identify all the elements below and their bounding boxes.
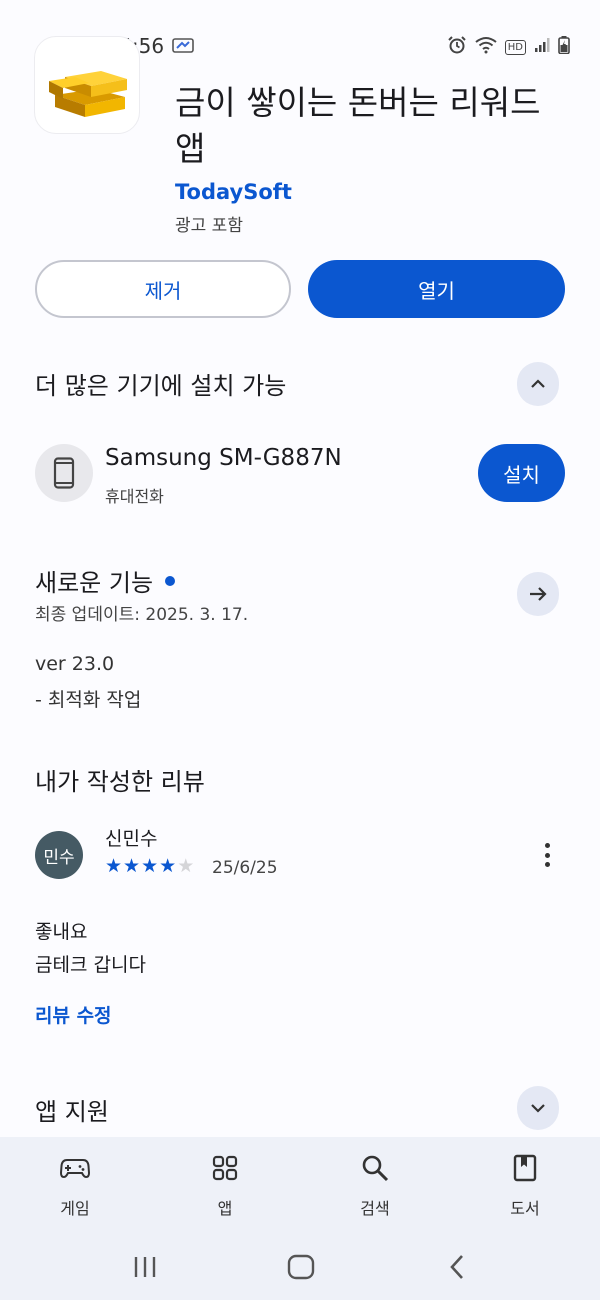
apps-grid-icon bbox=[212, 1153, 238, 1183]
app-support-toggle[interactable] bbox=[517, 1086, 559, 1130]
open-button[interactable]: 열기 bbox=[308, 260, 565, 318]
edit-review-link[interactable]: 리뷰 수정 bbox=[35, 1001, 112, 1028]
changelog-line: ver 23.0 bbox=[35, 653, 115, 675]
whats-new-title-text: 새로운 기능 bbox=[35, 569, 154, 597]
contains-ads-label: 광고 포함 bbox=[175, 216, 243, 236]
reviewer-name: 신민수 bbox=[105, 828, 158, 850]
star-empty-icon: ★ bbox=[177, 855, 196, 877]
more-devices-toggle[interactable] bbox=[517, 362, 559, 406]
star-rating: ★★★★★ bbox=[105, 855, 195, 877]
back-icon[interactable] bbox=[448, 1254, 466, 1284]
app-icon bbox=[34, 36, 140, 134]
app-title: 금이 쌓이는 돈버는 리워드 앱 bbox=[175, 83, 541, 168]
gold-bars-icon bbox=[49, 71, 127, 117]
sync-icon bbox=[172, 36, 194, 58]
nav-item-search[interactable]: 검색 bbox=[300, 1137, 450, 1235]
arrow-right-icon bbox=[530, 587, 547, 601]
nav-label: 도서 bbox=[510, 1199, 540, 1218]
whats-new-title: 새로운 기능 bbox=[35, 563, 176, 598]
hd-icon: HD bbox=[504, 39, 526, 55]
gamepad-icon bbox=[60, 1153, 90, 1183]
review-text-line: 좋내요 bbox=[35, 921, 88, 943]
nav-item-apps[interactable]: 앱 bbox=[150, 1137, 300, 1235]
battery-charging-icon bbox=[558, 36, 570, 58]
more-vert-icon[interactable] bbox=[536, 840, 558, 870]
device-icon-wrap bbox=[35, 444, 93, 502]
bottom-nav: 게임 앱 검색 도서 bbox=[0, 1137, 600, 1235]
chevron-up-icon bbox=[531, 379, 545, 388]
new-indicator-dot bbox=[165, 576, 176, 586]
nav-item-games[interactable]: 게임 bbox=[0, 1137, 150, 1235]
last-updated: 최종 업데이트: 2025. 3. 17. bbox=[35, 605, 249, 625]
nav-label: 앱 bbox=[217, 1199, 233, 1218]
chevron-down-icon bbox=[531, 1104, 545, 1113]
recents-icon[interactable] bbox=[132, 1255, 158, 1283]
phone-icon bbox=[53, 457, 75, 489]
review-date: 25/6/25 bbox=[212, 858, 278, 878]
app-support-title: 앱 지원 bbox=[35, 1098, 109, 1126]
alarm-icon bbox=[447, 35, 467, 59]
device-name: Samsung SM-G887N bbox=[105, 445, 342, 471]
signal-icon bbox=[534, 37, 550, 57]
my-review-title: 내가 작성한 리뷰 bbox=[35, 768, 205, 796]
review-text-line: 금테크 갑니다 bbox=[35, 954, 146, 976]
uninstall-button[interactable]: 제거 bbox=[35, 260, 291, 318]
whats-new-arrow-button[interactable] bbox=[517, 572, 559, 616]
wifi-icon bbox=[475, 36, 497, 58]
nav-label: 검색 bbox=[360, 1199, 390, 1218]
more-devices-title: 더 많은 기기에 설치 가능 bbox=[35, 372, 287, 400]
developer-link[interactable]: TodaySoft bbox=[175, 180, 292, 204]
install-button[interactable]: 설치 bbox=[478, 444, 565, 502]
search-icon bbox=[361, 1153, 389, 1183]
book-icon bbox=[513, 1153, 537, 1183]
nav-label: 게임 bbox=[60, 1199, 90, 1218]
device-type: 휴대전화 bbox=[105, 487, 164, 506]
home-icon[interactable] bbox=[287, 1254, 315, 1284]
star-icon: ★ bbox=[123, 855, 142, 877]
nav-item-books[interactable]: 도서 bbox=[450, 1137, 600, 1235]
avatar: 민수 bbox=[35, 831, 83, 879]
star-icon: ★ bbox=[105, 855, 124, 877]
system-nav-bar bbox=[0, 1235, 600, 1300]
changelog-line: - 최적화 작업 bbox=[35, 689, 142, 711]
star-icon: ★ bbox=[141, 855, 160, 877]
star-icon: ★ bbox=[159, 855, 178, 877]
